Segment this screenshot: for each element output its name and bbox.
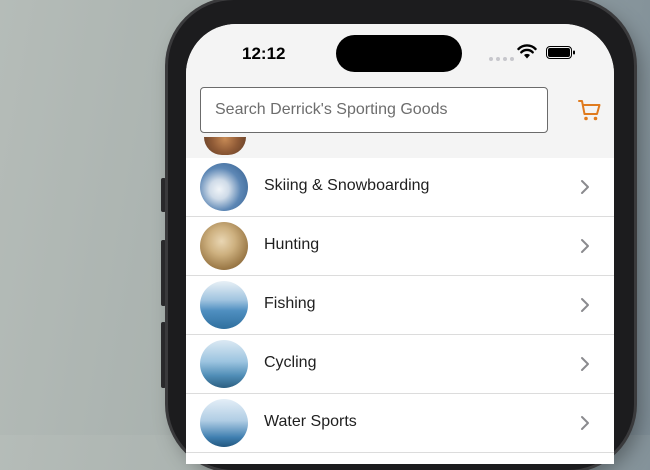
dynamic-island bbox=[336, 35, 462, 72]
search-header bbox=[186, 84, 614, 159]
action-button bbox=[161, 178, 166, 212]
category-row-hunting[interactable]: Hunting bbox=[186, 217, 614, 276]
cellular-signal-icon bbox=[489, 57, 514, 61]
category-label: Hunting bbox=[264, 236, 320, 253]
chevron-right-icon bbox=[581, 239, 589, 253]
chevron-right-icon bbox=[581, 357, 589, 371]
status-time: 12:12 bbox=[242, 44, 286, 63]
wifi-icon bbox=[517, 44, 537, 59]
water-sports-thumbnail bbox=[200, 399, 248, 447]
category-label: Fishing bbox=[264, 295, 316, 312]
app-screen: 12:12 Skiing & Snowboarding bbox=[186, 24, 614, 464]
volume-up-button bbox=[161, 240, 166, 306]
category-row-fishing[interactable]: Fishing bbox=[186, 276, 614, 335]
category-label: Skiing & Snowboarding bbox=[264, 177, 430, 194]
volume-down-button bbox=[161, 322, 166, 388]
search-input[interactable] bbox=[200, 87, 548, 133]
category-row-cycling[interactable]: Cycling bbox=[186, 335, 614, 394]
fishing-thumbnail bbox=[200, 281, 248, 329]
status-bar: 12:12 bbox=[186, 24, 614, 84]
chevron-right-icon bbox=[581, 180, 589, 194]
battery-icon bbox=[546, 46, 575, 59]
chevron-right-icon bbox=[581, 298, 589, 312]
hunting-thumbnail bbox=[200, 222, 248, 270]
category-row-water-sports[interactable]: Water Sports bbox=[186, 394, 614, 453]
cycling-thumbnail bbox=[200, 340, 248, 388]
category-label: Cycling bbox=[264, 354, 317, 371]
category-label: Water Sports bbox=[264, 413, 357, 430]
shopping-cart-icon[interactable] bbox=[578, 99, 602, 123]
skiing-thumbnail bbox=[200, 163, 248, 211]
chevron-right-icon bbox=[581, 416, 589, 430]
category-row-skiing[interactable]: Skiing & Snowboarding bbox=[186, 158, 614, 217]
category-list: Skiing & Snowboarding Hunting Fishing Cy… bbox=[186, 158, 614, 453]
